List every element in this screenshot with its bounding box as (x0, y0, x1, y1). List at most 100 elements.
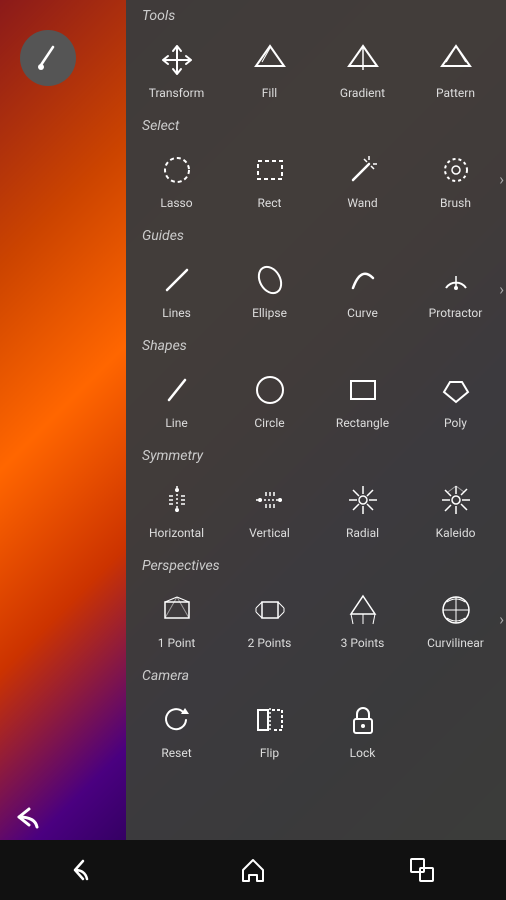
transform-icon (155, 38, 199, 82)
select-chevron: › (499, 170, 504, 189)
tool-curve[interactable]: Curve (316, 248, 409, 330)
guides-chevron: › (499, 280, 504, 299)
rect-icon (248, 148, 292, 192)
nav-back-button[interactable] (69, 855, 99, 885)
ellipse-label: Ellipse (252, 306, 287, 320)
1point-label: 1 Point (158, 636, 196, 650)
2points-icon (248, 588, 292, 632)
pattern-icon (434, 38, 478, 82)
tool-line[interactable]: Line (130, 358, 223, 440)
brush-select-label: Brush (440, 196, 471, 210)
curvilinear-icon (434, 588, 478, 632)
select-section: Lasso Rect Wand (126, 138, 506, 220)
tool-wand[interactable]: Wand (316, 138, 409, 220)
section-symmetry-label: Symmetry (126, 440, 506, 468)
circle-label: Circle (254, 416, 284, 430)
section-select-label: Select (126, 110, 506, 138)
tool-lock[interactable]: Lock (316, 688, 409, 770)
radial-label: Radial (346, 526, 379, 540)
rectangle-icon (341, 368, 385, 412)
rect-label: Rect (258, 196, 282, 210)
nav-home-button[interactable] (238, 855, 268, 885)
tool-vertical[interactable]: Vertical (223, 468, 316, 550)
tool-lines[interactable]: Lines (130, 248, 223, 330)
pattern-label: Pattern (436, 86, 475, 100)
tool-fill[interactable]: Fill (223, 28, 316, 110)
1point-icon (155, 588, 199, 632)
lock-icon (341, 698, 385, 742)
fill-label: Fill (262, 86, 277, 100)
lines-icon (155, 258, 199, 302)
transform-label: Transform (149, 86, 205, 100)
flip-label: Flip (260, 746, 279, 760)
tool-rectangle[interactable]: Rectangle (316, 358, 409, 440)
poly-icon (434, 368, 478, 412)
3points-icon (341, 588, 385, 632)
tool-radial[interactable]: Radial (316, 468, 409, 550)
line-icon (155, 368, 199, 412)
tool-ellipse[interactable]: Ellipse (223, 248, 316, 330)
tool-circle[interactable]: Circle (223, 358, 316, 440)
perspectives-chevron: › (499, 610, 504, 629)
vertical-label: Vertical (249, 526, 290, 540)
lasso-icon (155, 148, 199, 192)
shapes-section: Line Circle Rectangle (126, 358, 506, 440)
flip-icon (248, 698, 292, 742)
wand-icon (341, 148, 385, 192)
kaleido-icon (434, 478, 478, 522)
section-camera-label: Camera (126, 660, 506, 688)
3points-label: 3 Points (341, 636, 385, 650)
section-tools-label: Tools (126, 0, 506, 28)
tool-kaleido[interactable]: Kaleido (409, 468, 502, 550)
tool-2points[interactable]: 2 Points (223, 578, 316, 660)
section-perspectives-label: Perspectives (126, 550, 506, 578)
gradient-label: Gradient (340, 86, 385, 100)
tool-curvilinear[interactable]: Curvilinear (409, 578, 502, 660)
camera-section: Reset Flip Lock (126, 688, 506, 770)
perspectives-section: 1 Point 2 Points (126, 578, 506, 660)
reset-icon (155, 698, 199, 742)
brush-fab[interactable] (20, 30, 76, 86)
tool-1point[interactable]: 1 Point (130, 578, 223, 660)
tools-section: Transform Fill Gradient (126, 28, 506, 110)
ellipse-icon (248, 258, 292, 302)
rectangle-label: Rectangle (336, 416, 389, 430)
tool-reset[interactable]: Reset (130, 688, 223, 770)
protractor-label: Protractor (429, 306, 483, 320)
lasso-label: Lasso (160, 196, 192, 210)
curvilinear-label: Curvilinear (427, 636, 484, 650)
horizontal-icon (155, 478, 199, 522)
nav-recents-button[interactable] (407, 855, 437, 885)
tool-lasso[interactable]: Lasso (130, 138, 223, 220)
tools-panel: Tools Transform Fill (126, 0, 506, 840)
curve-icon (341, 258, 385, 302)
gradient-icon (341, 38, 385, 82)
fill-icon (248, 38, 292, 82)
reset-label: Reset (161, 746, 191, 760)
tool-horizontal[interactable]: Horizontal (130, 468, 223, 550)
line-label: Line (165, 416, 187, 430)
lines-label: Lines (162, 306, 191, 320)
tool-pattern[interactable]: Pattern (409, 28, 502, 110)
tool-brush-select[interactable]: Brush (409, 138, 502, 220)
tool-gradient[interactable]: Gradient (316, 28, 409, 110)
tool-rect[interactable]: Rect (223, 138, 316, 220)
section-guides-label: Guides (126, 220, 506, 248)
protractor-icon (434, 258, 478, 302)
tool-transform[interactable]: Transform (130, 28, 223, 110)
poly-label: Poly (444, 416, 467, 430)
tool-poly[interactable]: Poly (409, 358, 502, 440)
nav-bar (0, 840, 506, 900)
brush-select-icon (434, 148, 478, 192)
circle-icon (248, 368, 292, 412)
section-shapes-label: Shapes (126, 330, 506, 358)
lock-label: Lock (350, 746, 376, 760)
symmetry-section: Horizontal Vertical (126, 468, 506, 550)
undo-button[interactable] (15, 805, 51, 840)
guides-section: Lines Ellipse Curve (126, 248, 506, 330)
tool-protractor[interactable]: Protractor (409, 248, 502, 330)
kaleido-label: Kaleido (436, 526, 476, 540)
tool-3points[interactable]: 3 Points (316, 578, 409, 660)
tool-flip[interactable]: Flip (223, 688, 316, 770)
horizontal-label: Horizontal (149, 526, 204, 540)
